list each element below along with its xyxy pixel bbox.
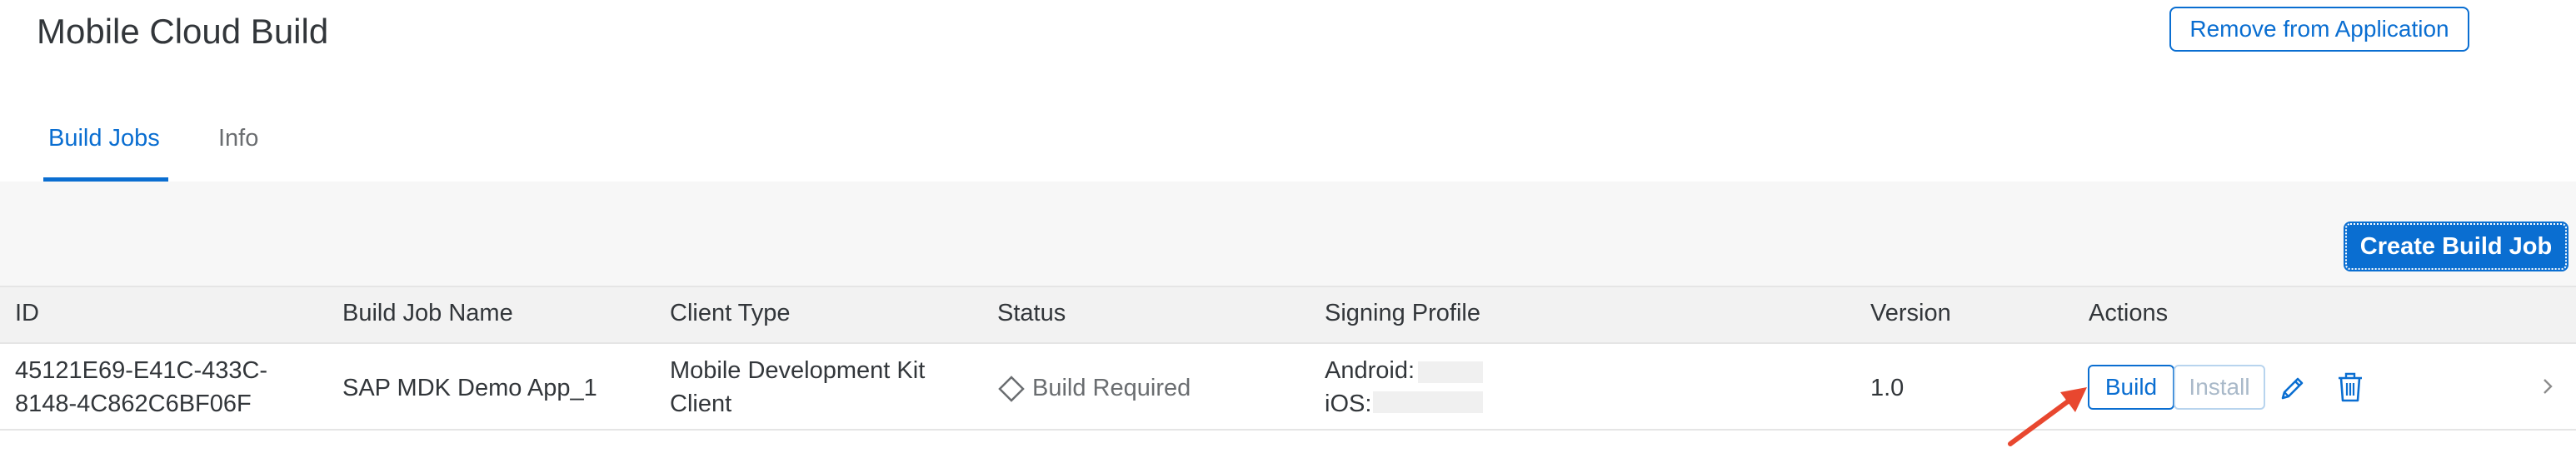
row-id-line1: 45121E69-E41C-433C- xyxy=(15,357,268,384)
build-button[interactable]: Build xyxy=(2088,365,2174,410)
tab-build-jobs[interactable]: Build Jobs xyxy=(48,125,160,152)
column-header-version[interactable]: Version xyxy=(1870,300,1951,327)
row-signing-ios: iOS: xyxy=(1325,391,1372,417)
column-header-actions: Actions xyxy=(2089,300,2169,326)
page-title: Mobile Cloud Build xyxy=(37,12,329,51)
install-button[interactable]: Install xyxy=(2174,365,2265,410)
row-signing-android: Android: xyxy=(1325,357,1415,384)
redacted-value xyxy=(1418,361,1483,383)
create-build-job-button[interactable]: Create Build Job xyxy=(2344,222,2569,271)
column-header-build-job-name[interactable]: Build Job Name xyxy=(342,300,513,327)
remove-from-application-button[interactable]: Remove from Application xyxy=(2169,7,2469,52)
delete-trash-icon[interactable] xyxy=(2334,370,2367,405)
row-client-type-line2: Client xyxy=(670,391,732,417)
column-header-id[interactable]: ID xyxy=(15,300,39,327)
redacted-value xyxy=(1373,391,1483,413)
row-version: 1.0 xyxy=(1870,375,1905,401)
chevron-right-icon[interactable] xyxy=(2536,373,2559,400)
annotation-arrow-icon xyxy=(2004,379,2095,451)
diamond-status-icon xyxy=(997,375,1026,403)
column-header-client-type[interactable]: Client Type xyxy=(670,300,791,327)
tab-info[interactable]: Info xyxy=(218,125,258,152)
row-client-type: Mobile Development Kit Client xyxy=(670,354,925,421)
column-header-status[interactable]: Status xyxy=(997,300,1066,327)
column-header-signing-profile[interactable]: Signing Profile xyxy=(1325,300,1480,327)
table-toolbar xyxy=(0,182,2576,286)
row-client-type-line1: Mobile Development Kit xyxy=(670,357,926,384)
row-id: 45121E69-E41C-433C- 8148-4C862C6BF06F xyxy=(15,354,267,421)
row-id-line2: 8148-4C862C6BF06F xyxy=(15,391,252,417)
row-build-job-name: SAP MDK Demo App_1 xyxy=(342,375,597,401)
row-status: Build Required xyxy=(1032,375,1191,401)
edit-pencil-icon[interactable] xyxy=(2276,371,2309,405)
